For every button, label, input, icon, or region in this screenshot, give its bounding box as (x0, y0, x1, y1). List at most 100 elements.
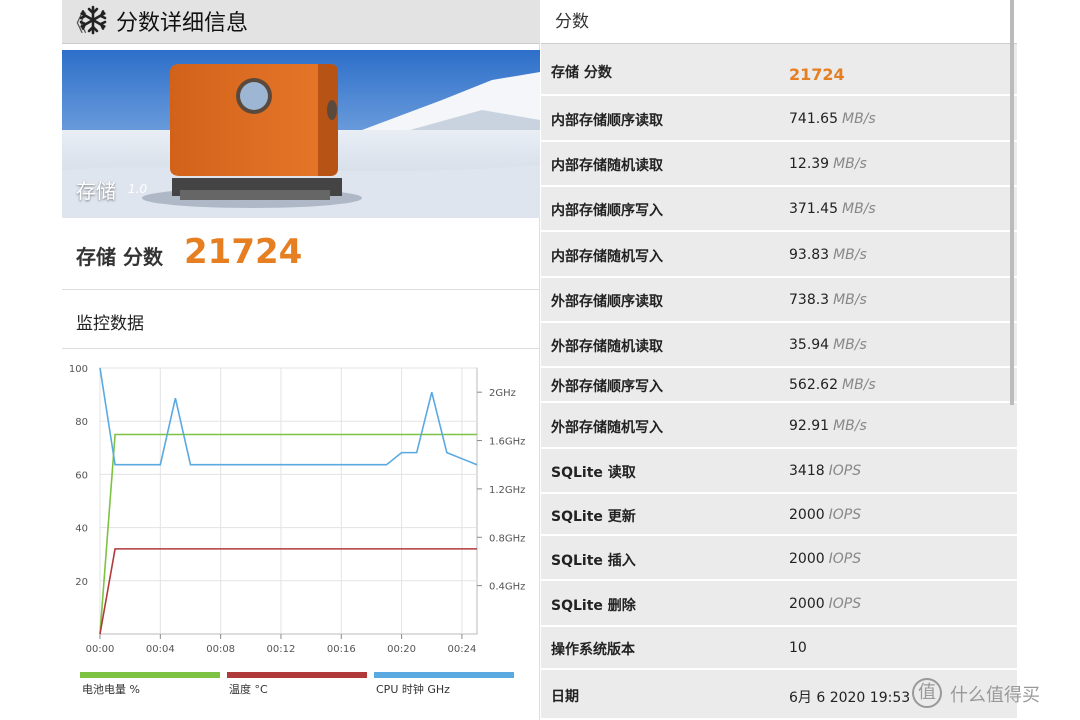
legend-temperature-swatch (227, 672, 367, 678)
score-row-unit: MB/s (842, 201, 876, 217)
score-row-unit: MB/s (842, 377, 876, 393)
legend-temperature-label: 温度 °C (229, 682, 268, 696)
score-row: 外部存储顺序写入 562.62 MB/s (541, 367, 1017, 403)
score-row-name: SQLite 更新 (551, 509, 636, 525)
plot-area (99, 367, 478, 635)
score-row: SQLite 删除 2000 IOPS (541, 581, 1017, 627)
y-right-tick-label: 0.4GHz (489, 582, 525, 593)
score-row-value: 6月 6 2020 19:53 (789, 687, 910, 707)
watermark-text: 什么值得买 (950, 685, 1040, 706)
score-row: 内部存储随机写入 93.83 MB/s (541, 232, 1017, 278)
score-row: 内部存储顺序读取 741.65 MB/s (541, 96, 1017, 142)
score-row-value: 35.94 MB/s (789, 337, 867, 353)
score-row-value: 21724 (789, 65, 845, 84)
watermark: 值 什么值得买 (912, 678, 1080, 710)
score-row-name: 外部存储随机读取 (551, 339, 663, 355)
score-row-value: 562.62 MB/s (789, 377, 876, 393)
score-row-unit: IOPS (828, 596, 862, 612)
monitoring-section-header[interactable]: 监控数据 (62, 291, 540, 349)
score-list-header: 分数 (541, 0, 1017, 44)
banner-title: 存储 (76, 179, 116, 203)
legend-battery-label: 电池电量 % (82, 683, 140, 696)
title-bar: 《 分数详细信息 (62, 0, 540, 44)
score-row: 操作系统版本 10 (541, 626, 1017, 670)
score-summary: 存储 分数 21724 (62, 218, 540, 290)
x-tick-label: 00:20 (387, 644, 416, 655)
page-title: 分数详细信息 (116, 11, 249, 36)
storage-banner-image: 存储 1.0 (62, 50, 540, 218)
watermark-logo: 值 (912, 678, 942, 708)
score-row: 内部存储随机读取 12.39 MB/s (541, 141, 1017, 187)
score-row-unit: MB/s (833, 418, 867, 434)
y-left-tick-label: 80 (75, 417, 88, 428)
score-row-name: SQLite 删除 (551, 598, 636, 614)
score-detail-panel: 《 分数详细信息 存储 1.0 存储 分数 21724 监控数据 00:00 0… (62, 0, 540, 720)
y-left-tick-label: 100 (69, 364, 88, 375)
score-list-title: 分数 (555, 12, 589, 32)
score-row-unit: MB/s (833, 337, 867, 353)
score-row-unit: MB/s (842, 111, 876, 127)
score-value: 21724 (184, 232, 303, 272)
score-row-number: 562.62 (789, 377, 838, 393)
score-row-number: 3418 (789, 463, 825, 479)
y-right-tick-label: 2GHz (489, 388, 516, 399)
score-row-unit: IOPS (828, 551, 862, 567)
banner-version: 1.0 (128, 182, 148, 196)
score-row: 存储 分数 21724 (541, 45, 1017, 96)
score-row-value: 3418 IOPS (789, 463, 861, 479)
score-row-value: 10 (789, 640, 807, 656)
score-row-unit: IOPS (828, 507, 862, 523)
score-row-number: 741.65 (789, 111, 838, 127)
y-right-tick-label: 0.8GHz (489, 533, 525, 544)
score-row-name: 外部存储顺序写入 (551, 379, 663, 395)
monitoring-label: 监控数据 (76, 314, 144, 334)
x-tick-label: 00:00 (86, 644, 115, 655)
legend-cpu-clock-swatch (374, 672, 514, 678)
score-row-unit: MB/s (833, 156, 867, 172)
score-row: 外部存储顺序读取 738.3 MB/s (541, 277, 1017, 323)
score-row: 外部存储随机写入 92.91 MB/s (541, 403, 1017, 449)
score-row-name: 内部存储随机读取 (551, 158, 663, 174)
score-row-number: 93.83 (789, 247, 830, 263)
score-row-value: 741.65 MB/s (789, 111, 876, 127)
score-row-value: 2000 IOPS (789, 596, 861, 612)
score-row: SQLite 读取 3418 IOPS (541, 448, 1017, 494)
score-row-number: 2000 (789, 507, 825, 523)
score-row: 外部存储随机读取 35.94 MB/s (541, 322, 1017, 368)
legend-battery-swatch (80, 672, 220, 678)
score-row: SQLite 插入 2000 IOPS (541, 536, 1017, 581)
score-row-number: 6月 6 2020 19:53 (789, 690, 911, 706)
score-row-value: 2000 IOPS (789, 551, 861, 567)
x-tick-label: 00:08 (206, 644, 235, 655)
score-row-name: 操作系统版本 (551, 642, 635, 658)
score-list-panel: 分数 存储 分数 21724 内部存储顺序读取 741.65 MB/s 内部存储随机读取 1… (541, 0, 1017, 720)
score-row-value: 92.91 MB/s (789, 418, 867, 434)
score-row-name: 外部存储顺序读取 (551, 294, 663, 310)
x-tick-label: 00:16 (327, 644, 356, 655)
score-row-unit: MB/s (833, 247, 867, 263)
x-tick-label: 00:04 (146, 644, 175, 655)
score-row-name: 外部存储随机写入 (551, 420, 663, 436)
score-row-number: 371.45 (789, 201, 838, 217)
snowflake-icon (79, 5, 107, 35)
y-left-tick-label: 60 (75, 470, 88, 481)
score-row-value: 12.39 MB/s (789, 156, 867, 172)
score-row-value: 93.83 MB/s (789, 247, 867, 263)
score-row: SQLite 更新 2000 IOPS (541, 494, 1017, 536)
score-row-name: SQLite 读取 (551, 465, 636, 481)
score-row-number: 92.91 (789, 418, 830, 434)
score-row-name: 内部存储顺序读取 (551, 113, 663, 129)
score-row-number: 738.3 (789, 292, 830, 308)
x-tick-label: 00:12 (267, 644, 296, 655)
y-left-tick-label: 20 (75, 577, 88, 588)
y-right-tick-label: 1.2GHz (489, 485, 525, 496)
score-row-value: 371.45 MB/s (789, 201, 876, 217)
score-row-number: 21724 (789, 65, 845, 84)
score-row-name: SQLite 插入 (551, 553, 636, 569)
y-left-tick-label: 40 (75, 524, 88, 535)
scrollbar[interactable] (1010, 0, 1014, 405)
score-row-number: 2000 (789, 551, 825, 567)
score-row-number: 2000 (789, 596, 825, 612)
score-row-name: 内部存储顺序写入 (551, 203, 663, 219)
score-row-unit: IOPS (828, 463, 862, 479)
